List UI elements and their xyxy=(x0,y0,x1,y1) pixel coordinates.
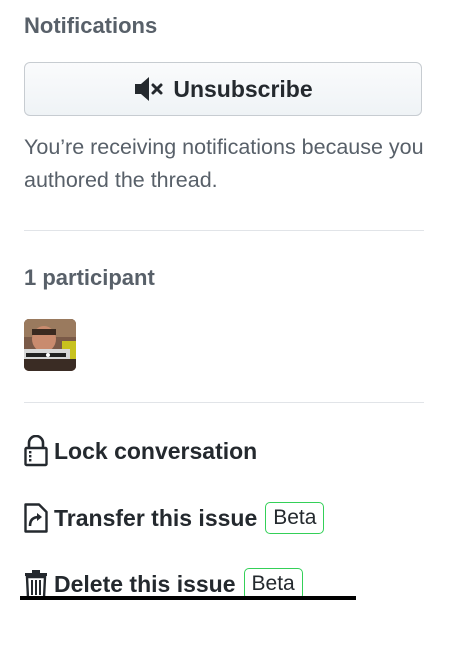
beta-badge: Beta xyxy=(265,502,325,534)
transfer-icon xyxy=(24,502,54,534)
notification-reason-text: You’re receiving notifications because y… xyxy=(24,135,424,192)
unsubscribe-button[interactable]: Unsubscribe xyxy=(24,62,422,116)
participants-heading: 1 participant xyxy=(24,265,155,290)
lock-conversation-label: Lock conversation xyxy=(54,437,258,464)
underline-annotation xyxy=(20,596,356,600)
transfer-issue-label: Transfer this issue xyxy=(54,504,258,531)
notifications-heading: Notifications xyxy=(24,13,158,38)
divider xyxy=(24,402,424,403)
lock-icon xyxy=(24,435,54,467)
participant-avatar[interactable] xyxy=(24,319,76,371)
transfer-issue-link[interactable]: Transfer this issue Beta xyxy=(24,500,325,536)
mute-icon xyxy=(133,76,165,102)
unsubscribe-label: Unsubscribe xyxy=(173,75,313,102)
lock-conversation-link[interactable]: Lock conversation xyxy=(24,433,257,469)
divider xyxy=(24,230,424,231)
delete-issue-label: Delete this issue xyxy=(54,570,236,597)
